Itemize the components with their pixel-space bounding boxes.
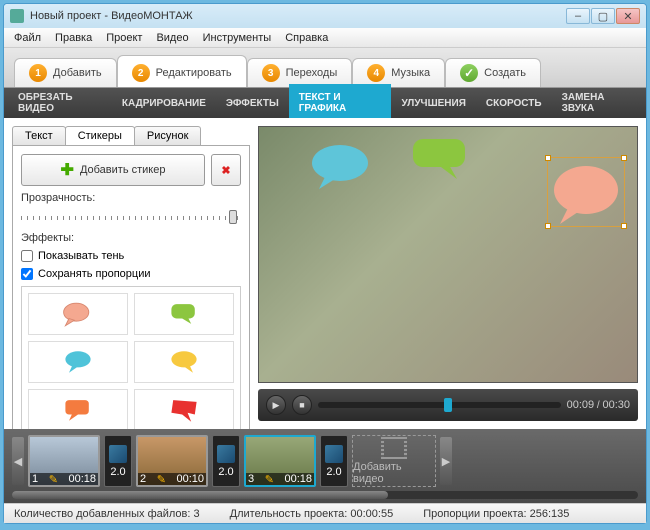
preview-area: ▶ ■ 00:09 / 00:30 <box>258 126 638 421</box>
status-ratio: Пропорции проекта: 256:135 <box>423 508 569 520</box>
subtab-trim[interactable]: ОБРЕЗАТЬ ВИДЕО <box>8 84 112 122</box>
play-button[interactable]: ▶ <box>266 395 286 415</box>
stickers-panel: ✚Добавить стикер ✖ Прозрачность: Эффекты… <box>12 145 250 429</box>
menu-tools[interactable]: Инструменты <box>197 30 278 46</box>
step-tabs: 1Добавить 2Редактировать 3Переходы 4Музы… <box>4 48 646 88</box>
opacity-label: Прозрачность: <box>21 192 241 204</box>
statusbar: Количество добавленных файлов: 3 Длитель… <box>4 503 646 523</box>
menu-file[interactable]: Файл <box>8 30 47 46</box>
keep-ratio-checkbox-row[interactable]: Сохранять пропорции <box>21 268 241 280</box>
sticker-palette[interactable] <box>21 286 241 429</box>
clip-2[interactable]: 2✎00:10 <box>136 435 208 487</box>
timeline-next[interactable]: ▶ <box>440 437 452 485</box>
minimize-button[interactable]: – <box>566 8 590 24</box>
sticker-option[interactable] <box>134 389 234 429</box>
transition-1[interactable]: 2.0 <box>104 435 132 487</box>
pencil-icon: ✎ <box>49 473 58 486</box>
seek-thumb[interactable] <box>444 398 452 412</box>
maximize-button[interactable]: ▢ <box>591 8 615 24</box>
sticker-selection[interactable] <box>547 157 625 227</box>
resize-handle[interactable] <box>545 223 551 229</box>
transition-icon <box>217 445 235 463</box>
sticker-option[interactable] <box>134 293 234 335</box>
add-video-button[interactable]: Добавить видео <box>352 435 436 487</box>
step-create[interactable]: ✓Создать <box>445 58 541 87</box>
opacity-thumb[interactable] <box>229 210 237 224</box>
delete-sticker-button[interactable]: ✖ <box>211 154 241 186</box>
window-title: Новый проект - ВидеоМОНТАЖ <box>30 10 566 22</box>
transition-icon <box>325 445 343 463</box>
clip-1[interactable]: 1✎00:18 <box>28 435 100 487</box>
sticker-instance[interactable] <box>409 135 473 181</box>
film-icon <box>381 437 407 459</box>
menu-video[interactable]: Видео <box>150 30 194 46</box>
opacity-slider[interactable] <box>21 216 241 220</box>
menu-help[interactable]: Справка <box>279 30 334 46</box>
resize-handle[interactable] <box>621 155 627 161</box>
delete-icon: ✖ <box>221 164 230 177</box>
resize-handle[interactable] <box>545 155 551 161</box>
menu-edit[interactable]: Правка <box>49 30 98 46</box>
clip-3[interactable]: 3✎00:18 <box>244 435 316 487</box>
timeline-prev[interactable]: ◀ <box>12 437 24 485</box>
subtab-speed[interactable]: СКОРОСТЬ <box>476 90 552 117</box>
close-button[interactable]: ✕ <box>616 8 640 24</box>
transition-3[interactable]: 2.0 <box>320 435 348 487</box>
timeline-scroll-thumb[interactable] <box>12 491 388 499</box>
status-files: Количество добавленных файлов: 3 <box>14 508 200 520</box>
subtab-audio-replace[interactable]: ЗАМЕНА ЗВУКА <box>552 84 642 122</box>
step-edit[interactable]: 2Редактировать <box>117 55 247 87</box>
shadow-checkbox[interactable] <box>21 250 33 262</box>
status-duration: Длительность проекта: 00:00:55 <box>230 508 394 520</box>
menubar: Файл Правка Проект Видео Инструменты Спр… <box>4 28 646 48</box>
menu-project[interactable]: Проект <box>100 30 148 46</box>
transition-icon <box>109 445 127 463</box>
titlebar: Новый проект - ВидеоМОНТАЖ – ▢ ✕ <box>4 4 646 28</box>
left-panel: Текст Стикеры Рисунок ✚Добавить стикер ✖… <box>12 126 250 421</box>
sticker-option[interactable] <box>28 341 128 383</box>
subtab-effects[interactable]: ЭФФЕКТЫ <box>216 90 289 117</box>
add-sticker-button[interactable]: ✚Добавить стикер <box>21 154 205 186</box>
pencil-icon: ✎ <box>157 473 166 486</box>
sticker-instance[interactable] <box>548 158 624 226</box>
panel-tab-picture[interactable]: Рисунок <box>134 126 202 145</box>
step-add[interactable]: 1Добавить <box>14 58 117 87</box>
time-display: 00:09 / 00:30 <box>567 399 630 411</box>
panel-tab-text[interactable]: Текст <box>12 126 66 145</box>
resize-handle[interactable] <box>621 223 627 229</box>
plus-icon: ✚ <box>61 160 74 180</box>
subtab-text-graphics[interactable]: ТЕКСТ И ГРАФИКА <box>289 84 392 122</box>
subtab-crop[interactable]: КАДРИРОВАНИЕ <box>112 90 216 117</box>
sticker-option[interactable] <box>28 389 128 429</box>
timeline-scrollbar[interactable] <box>12 491 638 499</box>
preview-canvas[interactable] <box>258 126 638 383</box>
playback-controls: ▶ ■ 00:09 / 00:30 <box>258 389 638 421</box>
app-icon <box>10 9 24 23</box>
sticker-option[interactable] <box>134 341 234 383</box>
edit-subtabs: ОБРЕЗАТЬ ВИДЕО КАДРИРОВАНИЕ ЭФФЕКТЫ ТЕКС… <box>4 88 646 118</box>
app-window: Новый проект - ВидеоМОНТАЖ – ▢ ✕ Файл Пр… <box>3 3 647 524</box>
step-transitions[interactable]: 3Переходы <box>247 58 353 87</box>
shadow-checkbox-row[interactable]: Показывать тень <box>21 250 241 262</box>
panel-tab-stickers[interactable]: Стикеры <box>65 126 135 145</box>
subtab-enhance[interactable]: УЛУЧШЕНИЯ <box>391 90 475 117</box>
keep-ratio-checkbox[interactable] <box>21 268 33 280</box>
main-area: Текст Стикеры Рисунок ✚Добавить стикер ✖… <box>4 118 646 429</box>
sticker-option[interactable] <box>28 293 128 335</box>
pencil-icon: ✎ <box>265 473 274 486</box>
sticker-instance[interactable] <box>305 141 375 191</box>
effects-label: Эффекты: <box>21 232 241 244</box>
transition-2[interactable]: 2.0 <box>212 435 240 487</box>
seek-bar[interactable] <box>318 402 561 408</box>
stop-button[interactable]: ■ <box>292 395 312 415</box>
step-music[interactable]: 4Музыка <box>352 58 445 87</box>
timeline: ◀ 1✎00:18 2.0 2✎00:10 2.0 3✎00:18 2.0 До… <box>4 429 646 503</box>
